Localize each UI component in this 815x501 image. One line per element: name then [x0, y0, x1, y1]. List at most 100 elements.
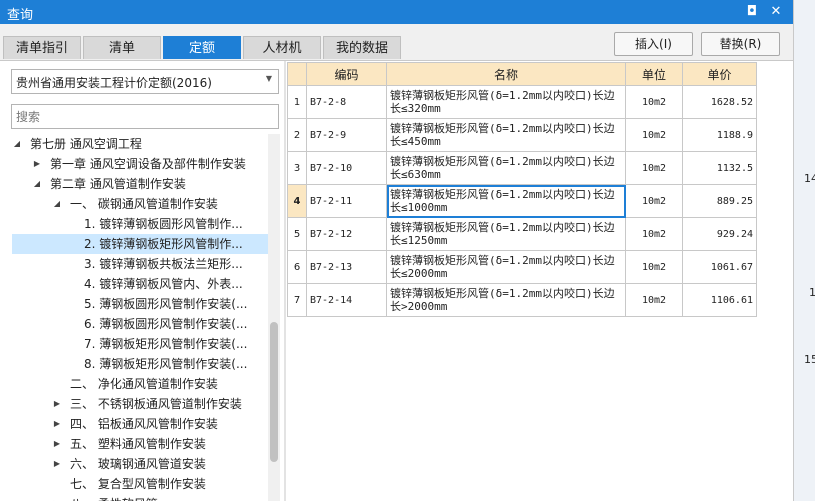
table-row[interactable]: 5 B7-2-12 镀锌薄钢板矩形风管(δ=1.2mm以内咬口)长边长≤1250mm… [287, 217, 757, 251]
row-number[interactable]: 3 [287, 151, 307, 185]
tree-node-label: 7. 薄钢板矩形风管制作安装(... [84, 337, 248, 351]
price-cell[interactable]: 1628.52 [682, 85, 757, 119]
header-index [287, 62, 307, 86]
chapter-tree: ◢ 第七册 通风空调工程 ▶ 第一章 通风空调设备及部件制作安装 ◢ 第二章 通风管道制作… [0, 134, 268, 501]
row-number[interactable]: 5 [287, 217, 307, 251]
name-cell[interactable]: 镀锌薄钢板矩形风管(δ=1.2mm以内咬口)长边长≤2000mm [386, 250, 626, 284]
table-row[interactable]: 3 B7-2-10 镀锌薄钢板矩形风管(δ=1.2mm以内咬口)长边长≤630mm 1… [287, 151, 757, 185]
unit-cell[interactable]: 10m2 [625, 118, 683, 152]
tree-node[interactable]: 3. 镀锌薄钢板共板法兰矩形... [12, 254, 268, 274]
tree-scrollbar[interactable] [268, 134, 280, 501]
tree-node[interactable]: ▶ 三、 不锈钢板通风管道制作安装 [12, 394, 268, 414]
tree-node[interactable]: ▶ 第一章 通风空调设备及部件制作安装 [12, 154, 268, 174]
name-cell[interactable]: 镀锌薄钢板矩形风管(δ=1.2mm以内咬口)长边长≤1000mm [386, 184, 626, 218]
tab-labor-material[interactable]: 人材机 [243, 36, 321, 59]
table-row[interactable]: 1 B7-2-8 镀锌薄钢板矩形风管(δ=1.2mm以内咬口)长边长≤320mm 10… [287, 85, 757, 119]
code-cell[interactable]: B7-2-13 [306, 250, 387, 284]
expand-arrow-icon[interactable]: ▶ [52, 414, 62, 434]
unit-cell[interactable]: 10m2 [625, 85, 683, 119]
tree-node-label: 6. 薄钢板圆形风管制作安装(... [84, 317, 248, 331]
unit-cell[interactable]: 10m2 [625, 151, 683, 185]
table-header-row: 编码 名称 单位 单价 [287, 62, 757, 86]
tab-bar: 清单指引 清单 定额 人材机 我的数据 插入(I) 替换(R) [0, 24, 793, 61]
price-cell[interactable]: 1106.61 [682, 283, 757, 317]
tree-node[interactable]: 二、 净化通风管道制作安装 [12, 374, 268, 394]
row-number[interactable]: 6 [287, 250, 307, 284]
name-cell[interactable]: 镀锌薄钢板矩形风管(δ=1.2mm以内咬口)长边长≤1250mm [386, 217, 626, 251]
row-number[interactable]: 4 [287, 184, 307, 218]
dropdown-value: 贵州省通用安装工程计价定额(2016) [16, 76, 212, 90]
price-cell[interactable]: 1061.67 [682, 250, 757, 284]
header-unit[interactable]: 单位 [625, 62, 683, 86]
header-price[interactable]: 单价 [682, 62, 757, 86]
tree-node[interactable]: ◢ 第二章 通风管道制作安装 [12, 174, 268, 194]
price-cell[interactable]: 1132.5 [682, 151, 757, 185]
table-row[interactable]: 7 B7-2-14 镀锌薄钢板矩形风管(δ=1.2mm以内咬口)长边长>2000mm… [287, 283, 757, 317]
code-cell[interactable]: B7-2-12 [306, 217, 387, 251]
tab-bill[interactable]: 清单 [83, 36, 161, 59]
unit-cell[interactable]: 10m2 [625, 217, 683, 251]
tree-node-label: 2. 镀锌薄钢板矩形风管制作... [84, 237, 243, 251]
header-code[interactable]: 编码 [306, 62, 387, 86]
code-cell[interactable]: B7-2-9 [306, 118, 387, 152]
tree-node[interactable]: 七、 复合型风管制作安装 [12, 474, 268, 494]
tree-node[interactable]: 2. 镀锌薄钢板矩形风管制作... [12, 234, 268, 254]
insert-button[interactable]: 插入(I) [614, 32, 693, 56]
price-cell[interactable]: 1188.9 [682, 118, 757, 152]
expand-arrow-icon[interactable]: ▶ [52, 434, 62, 454]
tree-node-label: 四、 铝板通风风管制作安装 [70, 417, 218, 431]
tab-my-data[interactable]: 我的数据 [323, 36, 401, 59]
title-bar[interactable]: 查询 ◘ ✕ [0, 0, 793, 24]
tab-list-guide[interactable]: 清单指引 [3, 36, 81, 59]
header-name[interactable]: 名称 [386, 62, 626, 86]
code-cell[interactable]: B7-2-14 [306, 283, 387, 317]
tree-node[interactable]: ▶ 八、 柔性软风管 [12, 494, 268, 501]
scrollbar-thumb[interactable] [270, 322, 278, 462]
unit-cell[interactable]: 10m2 [625, 250, 683, 284]
collapse-arrow-icon[interactable]: ◢ [52, 194, 62, 214]
code-cell[interactable]: B7-2-10 [306, 151, 387, 185]
tree-node[interactable]: 8. 薄钢板矩形风管制作安装(... [12, 354, 268, 374]
tree-node[interactable]: 1. 镀锌薄钢板圆形风管制作... [12, 214, 268, 234]
tree-node[interactable]: 4. 镀锌薄钢板风管内、外表... [12, 274, 268, 294]
collapse-arrow-icon[interactable]: ◢ [32, 174, 42, 194]
table-row[interactable]: 2 B7-2-9 镀锌薄钢板矩形风管(δ=1.2mm以内咬口)长边长≤450mm 10… [287, 118, 757, 152]
tree-node[interactable]: ▶ 四、 铝板通风风管制作安装 [12, 414, 268, 434]
expand-arrow-icon[interactable]: ▶ [52, 454, 62, 474]
name-cell[interactable]: 镀锌薄钢板矩形风管(δ=1.2mm以内咬口)长边长≤320mm [386, 85, 626, 119]
tree-node[interactable]: 7. 薄钢板矩形风管制作安装(... [12, 334, 268, 354]
name-cell[interactable]: 镀锌薄钢板矩形风管(δ=1.2mm以内咬口)长边长>2000mm [386, 283, 626, 317]
tab-quota[interactable]: 定额 [163, 36, 241, 59]
search-input[interactable] [11, 104, 279, 129]
pane-splitter[interactable] [284, 61, 286, 501]
table-row[interactable]: 6 B7-2-13 镀锌薄钢板矩形风管(δ=1.2mm以内咬口)长边长≤2000mm… [287, 250, 757, 284]
tree-node[interactable]: ▶ 六、 玻璃钢通风管道安装 [12, 454, 268, 474]
restore-icon[interactable]: ◘ [741, 1, 763, 23]
expand-arrow-icon[interactable]: ▶ [52, 494, 62, 501]
tree-node[interactable]: ▶ 五、 塑料通风管制作安装 [12, 434, 268, 454]
tree-node[interactable]: 6. 薄钢板圆形风管制作安装(... [12, 314, 268, 334]
table-row[interactable]: 4 B7-2-11 镀锌薄钢板矩形风管(δ=1.2mm以内咬口)长边长≤1000mm… [287, 184, 757, 218]
name-cell[interactable]: 镀锌薄钢板矩形风管(δ=1.2mm以内咬口)长边长≤630mm [386, 151, 626, 185]
collapse-arrow-icon[interactable]: ◢ [12, 134, 22, 154]
unit-cell[interactable]: 10m2 [625, 283, 683, 317]
quota-library-dropdown[interactable]: 贵州省通用安装工程计价定额(2016) ▼ [11, 69, 279, 94]
code-cell[interactable]: B7-2-8 [306, 85, 387, 119]
tree-node-label: 一、 碳钢通风管道制作安装 [70, 197, 218, 211]
expand-arrow-icon[interactable]: ▶ [52, 394, 62, 414]
expand-arrow-icon[interactable]: ▶ [32, 154, 42, 174]
name-cell[interactable]: 镀锌薄钢板矩形风管(δ=1.2mm以内咬口)长边长≤450mm [386, 118, 626, 152]
background-window-strip: 14 1 15 [793, 0, 815, 501]
replace-button[interactable]: 替换(R) [701, 32, 780, 56]
code-cell[interactable]: B7-2-11 [306, 184, 387, 218]
price-cell[interactable]: 929.24 [682, 217, 757, 251]
unit-cell[interactable]: 10m2 [625, 184, 683, 218]
row-number[interactable]: 2 [287, 118, 307, 152]
tree-node[interactable]: 5. 薄钢板圆形风管制作安装(... [12, 294, 268, 314]
close-icon[interactable]: ✕ [765, 1, 787, 23]
price-cell[interactable]: 889.25 [682, 184, 757, 218]
tree-node[interactable]: ◢ 一、 碳钢通风管道制作安装 [12, 194, 268, 214]
row-number[interactable]: 7 [287, 283, 307, 317]
row-number[interactable]: 1 [287, 85, 307, 119]
tree-node[interactable]: ◢ 第七册 通风空调工程 [12, 134, 268, 154]
